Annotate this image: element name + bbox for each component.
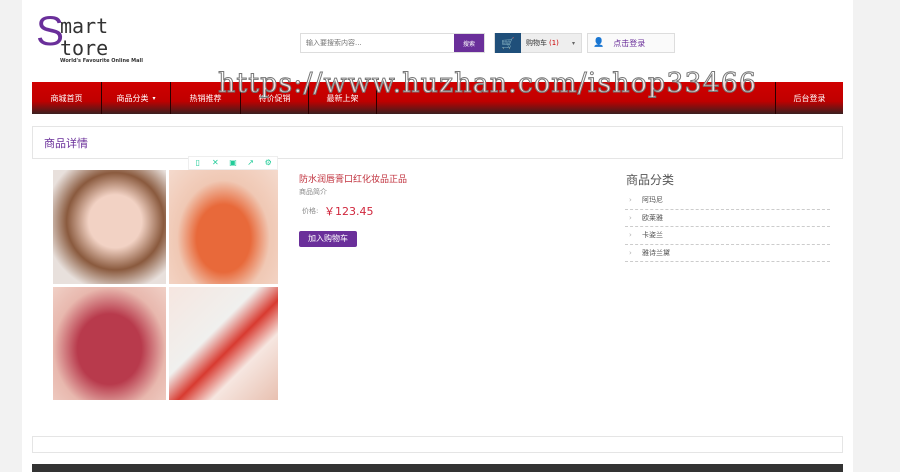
footer-box	[32, 436, 843, 453]
logo[interactable]: S mart tore World's Favourite Online Mal…	[36, 10, 146, 68]
nav-admin-login[interactable]: 后台登录	[775, 82, 843, 114]
chevron-down-icon: ▾	[571, 39, 575, 47]
category-item[interactable]: 阿玛尼	[625, 192, 830, 210]
footer-bar	[32, 464, 843, 472]
user-icon: 👤	[593, 38, 605, 48]
add-to-cart-button[interactable]: 加入购物车	[299, 231, 357, 247]
nav-home[interactable]: 商城首页	[32, 82, 102, 114]
save-icon[interactable]: ▣	[224, 157, 242, 169]
product-image-lipstick-tube	[169, 287, 278, 400]
section-header: 商品详情	[32, 126, 843, 159]
page: S mart tore World's Favourite Online Mal…	[22, 0, 853, 472]
price-label: 价格:	[302, 207, 319, 215]
sidebar-title: 商品分类	[626, 173, 675, 187]
price: ￥123.45	[324, 205, 374, 218]
category-list: 阿玛尼 欧莱雅 卡姿兰 雅诗兰黛	[625, 192, 830, 262]
category-item[interactable]: 欧莱雅	[625, 210, 830, 227]
fullscreen-icon[interactable]: ✕	[207, 157, 225, 169]
cart-icon: 🛒	[495, 33, 521, 53]
share-icon[interactable]: ↗	[242, 157, 260, 169]
login-button[interactable]: 👤 点击登录	[587, 33, 675, 53]
mobile-icon[interactable]: ▯	[189, 157, 207, 169]
chevron-down-icon: ▾	[152, 94, 156, 102]
product-intro: 商品简介	[299, 188, 327, 196]
search-button[interactable]: 搜索	[454, 34, 484, 52]
category-item[interactable]: 卡姿兰	[625, 227, 830, 245]
watermark: https://www.huzhan.com/ishop33466	[217, 68, 758, 100]
product-image-lips-red	[53, 287, 166, 400]
category-item[interactable]: 雅诗兰黛	[625, 245, 830, 262]
image-toolbar: ▯ ✕ ▣ ↗ ⚙	[188, 156, 278, 170]
settings-icon[interactable]: ⚙	[259, 157, 277, 169]
search-bar: 搜索	[300, 33, 485, 53]
product-name: 防水润唇膏口红化妆品正品	[299, 175, 408, 185]
search-input[interactable]	[301, 34, 454, 52]
cart-button[interactable]: 🛒 购物车 (1) ▾	[494, 33, 582, 53]
product-image-gallery[interactable]	[53, 170, 278, 400]
nav-categories[interactable]: 商品分类 ▾	[102, 82, 171, 114]
product-image-model	[53, 170, 166, 284]
product-image-lips-orange	[169, 170, 278, 284]
